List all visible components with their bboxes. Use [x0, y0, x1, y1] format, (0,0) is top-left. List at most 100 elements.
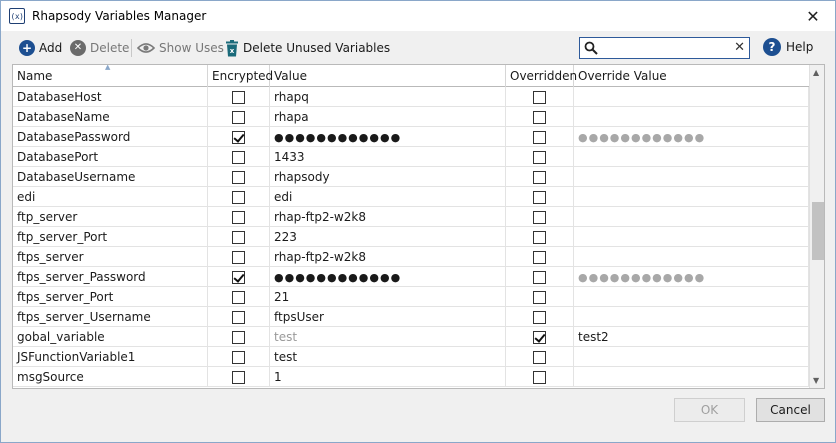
- table-row[interactable]: DatabasePort 1433: [13, 147, 809, 167]
- overridden-checkbox[interactable]: [533, 190, 546, 204]
- variable-name-cell[interactable]: JSFunctionVariable1: [13, 347, 208, 367]
- encrypted-checkbox[interactable]: [232, 190, 245, 204]
- encrypted-checkbox[interactable]: [232, 310, 245, 324]
- value-cell[interactable]: 21: [270, 287, 506, 307]
- value-cell[interactable]: rhap-ftp2-w2k8: [270, 207, 506, 227]
- variable-name-cell[interactable]: DatabaseUsername: [13, 167, 208, 187]
- table-row[interactable]: DatabaseHost rhapq: [13, 87, 809, 107]
- value-cell[interactable]: rhap-ftp2-w2k8: [270, 247, 506, 267]
- override-value-cell[interactable]: [574, 347, 809, 367]
- overridden-checkbox[interactable]: [533, 270, 546, 284]
- variable-name-cell[interactable]: ftps_server_Password: [13, 267, 208, 287]
- overridden-checkbox[interactable]: [533, 130, 546, 144]
- variable-name-cell[interactable]: gobal_variable: [13, 327, 208, 347]
- overridden-checkbox[interactable]: [533, 350, 546, 364]
- encrypted-checkbox[interactable]: [232, 210, 245, 224]
- table-row[interactable]: edi edi: [13, 187, 809, 207]
- close-window-button[interactable]: ✕: [799, 5, 827, 27]
- overridden-checkbox[interactable]: [533, 250, 546, 264]
- variable-name-cell[interactable]: msgSource: [13, 367, 208, 387]
- column-header-encrypted[interactable]: Encrypted: [208, 65, 273, 87]
- show-uses-button[interactable]: Show Uses: [137, 38, 224, 58]
- encrypted-checkbox[interactable]: [232, 90, 245, 104]
- delete-unused-variables-button[interactable]: x Delete Unused Variables: [225, 38, 390, 58]
- clear-search-button[interactable]: ✕: [734, 40, 745, 55]
- override-value-cell[interactable]: [574, 247, 809, 267]
- override-value-cell[interactable]: ●●●●●●●●●●●●: [574, 267, 809, 287]
- encrypted-checkbox[interactable]: [232, 370, 245, 384]
- variable-name-cell[interactable]: DatabaseName: [13, 107, 208, 127]
- delete-button[interactable]: ✕ Delete: [70, 38, 129, 58]
- encrypted-checkbox[interactable]: [232, 290, 245, 304]
- encrypted-checkbox[interactable]: [232, 130, 245, 144]
- variable-name-cell[interactable]: edi: [13, 187, 208, 207]
- value-cell[interactable]: 1: [270, 367, 506, 387]
- cancel-button[interactable]: Cancel: [756, 398, 825, 422]
- encrypted-checkbox[interactable]: [232, 230, 245, 244]
- overridden-checkbox[interactable]: [533, 170, 546, 184]
- table-row[interactable]: DatabaseUsername rhapsody: [13, 167, 809, 187]
- variable-name-cell[interactable]: ftp_server: [13, 207, 208, 227]
- value-cell[interactable]: edi: [270, 187, 506, 207]
- table-row[interactable]: ftp_server_Port 223: [13, 227, 809, 247]
- help-button[interactable]: ? Help: [763, 38, 813, 56]
- scroll-down-arrow-icon[interactable]: ▼: [813, 376, 819, 385]
- value-cell[interactable]: ●●●●●●●●●●●●: [270, 267, 506, 287]
- overridden-checkbox[interactable]: [533, 110, 546, 124]
- encrypted-checkbox[interactable]: [232, 170, 245, 184]
- overridden-checkbox[interactable]: [533, 230, 546, 244]
- overridden-checkbox[interactable]: [533, 90, 546, 104]
- variable-name-cell[interactable]: ftps_server_Port: [13, 287, 208, 307]
- table-row[interactable]: DatabasePassword ●●●●●●●●●●●● ●●●●●●●●●●●●: [13, 127, 809, 147]
- encrypted-checkbox[interactable]: [232, 250, 245, 264]
- encrypted-checkbox[interactable]: [232, 150, 245, 164]
- table-row[interactable]: JSFunctionVariable1 test: [13, 347, 809, 367]
- column-header-name[interactable]: Name ▲: [13, 65, 208, 87]
- override-value-cell[interactable]: [574, 147, 809, 167]
- value-cell[interactable]: test: [270, 347, 506, 367]
- value-cell[interactable]: test: [270, 327, 506, 347]
- value-cell[interactable]: rhapa: [270, 107, 506, 127]
- value-cell[interactable]: rhapq: [270, 87, 506, 107]
- override-value-cell[interactable]: [574, 287, 809, 307]
- table-row[interactable]: msgSource 1: [13, 367, 809, 387]
- variable-name-cell[interactable]: ftps_server: [13, 247, 208, 267]
- override-value-cell[interactable]: [574, 187, 809, 207]
- override-value-cell[interactable]: [574, 167, 809, 187]
- value-cell[interactable]: 1433: [270, 147, 506, 167]
- column-header-value[interactable]: Value: [270, 65, 506, 87]
- encrypted-checkbox[interactable]: [232, 330, 245, 344]
- variable-name-cell[interactable]: DatabasePassword: [13, 127, 208, 147]
- column-header-override-value[interactable]: Override Value: [574, 65, 809, 87]
- variable-name-cell[interactable]: DatabasePort: [13, 147, 208, 167]
- value-cell[interactable]: ●●●●●●●●●●●●: [270, 127, 506, 147]
- scrollbar-thumb[interactable]: [812, 202, 824, 260]
- override-value-cell[interactable]: [574, 207, 809, 227]
- encrypted-checkbox[interactable]: [232, 350, 245, 364]
- value-cell[interactable]: 223: [270, 227, 506, 247]
- variable-name-cell[interactable]: ftp_server_Port: [13, 227, 208, 247]
- value-cell[interactable]: rhapsody: [270, 167, 506, 187]
- table-row[interactable]: ftps_server rhap-ftp2-w2k8: [13, 247, 809, 267]
- overridden-checkbox[interactable]: [533, 290, 546, 304]
- table-row[interactable]: ftps_server_Username ftpsUser: [13, 307, 809, 327]
- scroll-up-arrow-icon[interactable]: ▲: [813, 68, 819, 77]
- override-value-cell[interactable]: [574, 367, 809, 387]
- table-row[interactable]: ftps_server_Port 21: [13, 287, 809, 307]
- search-input[interactable]: [602, 40, 728, 56]
- column-header-overridden[interactable]: Overridden: [506, 65, 577, 87]
- override-value-cell[interactable]: [574, 87, 809, 107]
- variable-name-cell[interactable]: DatabaseHost: [13, 87, 208, 107]
- ok-button[interactable]: OK: [674, 398, 745, 422]
- encrypted-checkbox[interactable]: [232, 270, 245, 284]
- overridden-checkbox[interactable]: [533, 150, 546, 164]
- override-value-cell[interactable]: test2: [574, 327, 809, 347]
- table-row[interactable]: ftps_server_Password ●●●●●●●●●●●● ●●●●●●●●…: [13, 267, 809, 287]
- override-value-cell[interactable]: [574, 107, 809, 127]
- table-row[interactable]: ftp_server rhap-ftp2-w2k8: [13, 207, 809, 227]
- overridden-checkbox[interactable]: [533, 310, 546, 324]
- overridden-checkbox[interactable]: [533, 210, 546, 224]
- override-value-cell[interactable]: [574, 227, 809, 247]
- table-row[interactable]: DatabaseName rhapa: [13, 107, 809, 127]
- override-value-cell[interactable]: ●●●●●●●●●●●●: [574, 127, 809, 147]
